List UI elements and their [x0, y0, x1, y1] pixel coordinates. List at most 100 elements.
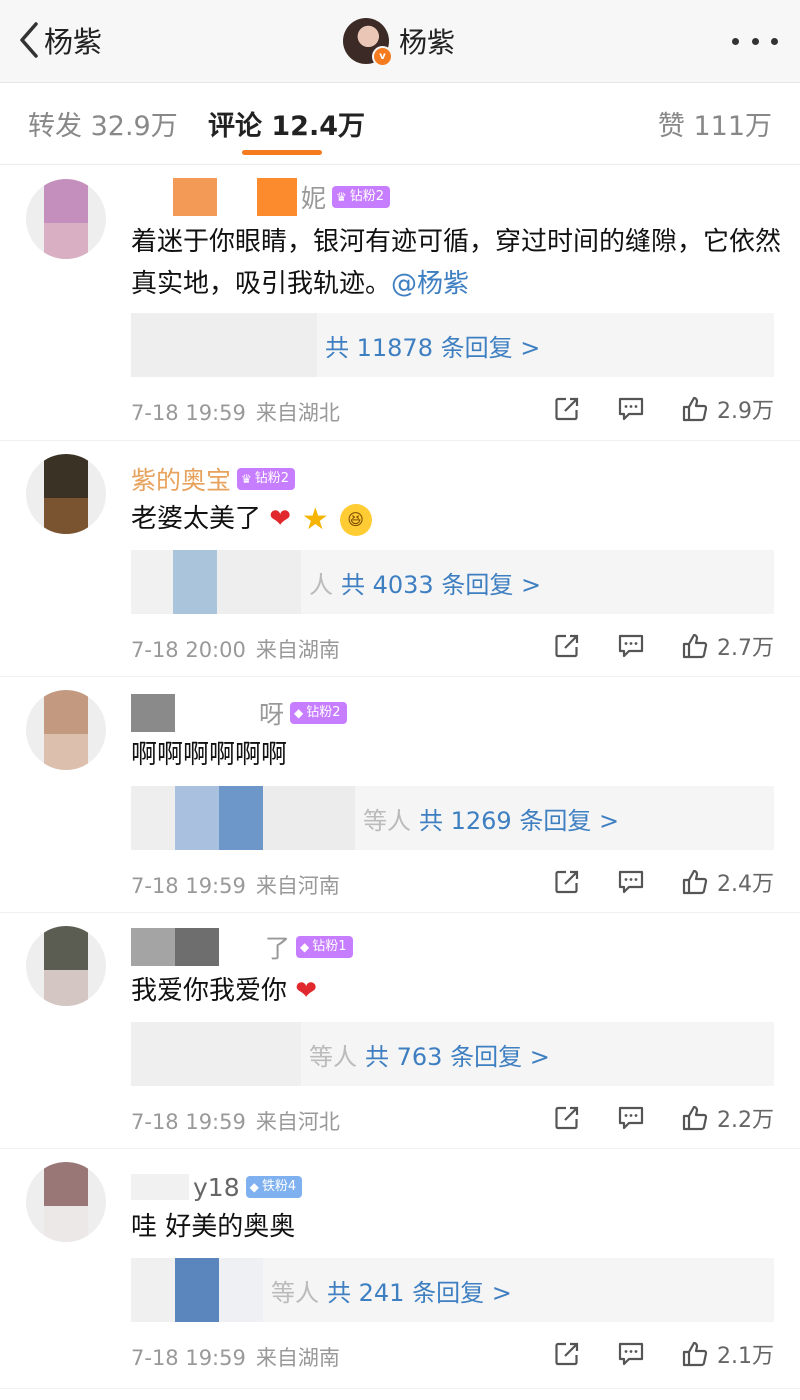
like-count: 2.4万	[717, 872, 774, 897]
reply-summary[interactable]: 等人 共 241 条回复 >	[131, 1258, 774, 1322]
comment-actions: 2.2万	[553, 1098, 774, 1138]
thumbs-up-icon	[682, 869, 708, 895]
page-title: 杨紫	[399, 26, 456, 59]
reply-count-link[interactable]: 共 11878 条回复 >	[325, 328, 540, 363]
tab-comment[interactable]: 评论 12.4万	[208, 104, 365, 143]
like-button[interactable]: 2.7万	[681, 630, 774, 662]
like-button[interactable]: 2.1万	[681, 1338, 774, 1370]
comment-actions: 2.7万	[553, 626, 774, 666]
share-icon[interactable]	[553, 395, 581, 423]
reply-summary[interactable]: 共 11878 条回复 >	[131, 313, 774, 377]
star-emoji-icon: ★	[301, 501, 329, 537]
comment-icon[interactable]	[617, 395, 645, 423]
share-icon[interactable]	[553, 868, 581, 896]
like-count: 2.1万	[717, 1344, 774, 1369]
comment-text: 哇 好美的奥奥	[131, 1212, 296, 1242]
comment-text: 我爱你我爱你 ❤	[131, 976, 318, 1006]
crown-icon: ♛	[336, 190, 347, 204]
comment-text: 老婆太美了 ❤ ★ 😆	[131, 498, 781, 540]
comment-user-line: 紫的奥宝 ♛ 钻粉2	[131, 461, 296, 497]
reply-prefix: 等人	[271, 1278, 319, 1307]
more-options-button[interactable]	[732, 27, 778, 55]
avatar[interactable]	[26, 179, 106, 259]
share-icon[interactable]	[553, 1340, 581, 1368]
fan-badge[interactable]: ♛ 钻粉2	[332, 186, 391, 208]
reply-prefix: 人	[309, 570, 333, 599]
thumbs-up-icon	[682, 633, 708, 659]
thumbs-up-icon	[682, 1341, 708, 1367]
reply-count-link[interactable]: 共 1269 条回复 >	[419, 801, 619, 836]
mention-link[interactable]: @杨紫	[391, 269, 469, 299]
comment-icon[interactable]	[617, 632, 645, 660]
tab-like[interactable]: 赞 111万	[658, 104, 772, 143]
heart-emoji-icon: ❤	[295, 976, 318, 1006]
heart-emoji-icon: ❤	[269, 504, 292, 534]
username[interactable]: 妮	[301, 179, 326, 215]
like-count: 2.7万	[717, 636, 774, 661]
reply-summary[interactable]: 等人 共 1269 条回复 >	[131, 786, 774, 850]
share-icon[interactable]	[553, 1104, 581, 1132]
comment-meta: 7-18 19:59 来自湖北	[131, 397, 340, 427]
username[interactable]: y18	[193, 1173, 240, 1202]
comment-icon[interactable]	[617, 1340, 645, 1368]
comment-item: 了 ◆ 钻粉1 我爱你我爱你 ❤ 等人 共 763 条回复 > 7-18 19:…	[0, 912, 800, 1149]
thumbs-up-icon	[682, 396, 708, 422]
location: 来自湖南	[255, 1346, 340, 1370]
comment-text: 着迷于你眼睛，银河有迹可循，穿过时间的缝隙，它依然真实地，吸引我轨迹。@杨紫	[131, 227, 782, 299]
reply-summary[interactable]: 人 共 4033 条回复 >	[131, 550, 774, 614]
comment-meta: 7-18 19:59 来自湖南	[131, 1342, 340, 1372]
comment-text: 啊啊啊啊啊啊	[131, 740, 288, 770]
tab-repost[interactable]: 转发 32.9万	[28, 104, 178, 143]
reply-prefix: 等人	[363, 806, 411, 835]
avatar[interactable]	[26, 1162, 106, 1242]
active-tab-indicator	[242, 150, 322, 155]
more-dots-icon	[751, 37, 759, 45]
fan-badge[interactable]: ◆ 钻粉2	[290, 702, 347, 724]
like-button[interactable]: 2.2万	[681, 1102, 774, 1134]
comment-icon[interactable]	[617, 868, 645, 896]
reply-summary[interactable]: 等人 共 763 条回复 >	[131, 1022, 774, 1086]
username[interactable]: 呀	[259, 695, 284, 731]
comment-user-line: y18 ◆ 铁粉4	[131, 1170, 303, 1204]
comment-item: 妮 ♛ 钻粉2 着迷于你眼睛，银河有迹可循，穿过时间的缝隙，它依然真实地，吸引我…	[0, 165, 800, 441]
timestamp: 7-18 19:59	[131, 1110, 246, 1134]
avatar[interactable]	[26, 926, 106, 1006]
fan-badge[interactable]: ◆ 铁粉4	[245, 1176, 303, 1198]
like-button[interactable]: 2.9万	[681, 393, 774, 425]
comment-actions: 2.4万	[553, 862, 774, 902]
more-dots-icon	[771, 37, 778, 45]
diamond-icon: ◆	[294, 706, 304, 720]
laughing-emoji-icon: 😆	[339, 503, 372, 536]
comment-item: y18 ◆ 铁粉4 哇 好美的奥奥 等人 共 241 条回复 > 7-18 19…	[0, 1148, 800, 1389]
verified-badge-icon: v	[372, 46, 393, 67]
comment-user-line: 了 ◆ 钻粉1	[131, 928, 353, 966]
comment-meta: 7-18 20:00 来自湖南	[131, 634, 340, 664]
comment-item: 呀 ◆ 钻粉2 啊啊啊啊啊啊 等人 共 1269 条回复 > 7-18 19:5…	[0, 676, 800, 913]
like-button[interactable]: 2.4万	[681, 866, 774, 898]
username[interactable]: 紫的奥宝	[131, 461, 231, 497]
reply-prefix: 等人	[309, 1042, 357, 1071]
share-icon[interactable]	[553, 632, 581, 660]
back-button[interactable]: 杨紫	[18, 18, 102, 62]
comment-meta: 7-18 19:59 来自河南	[131, 870, 340, 900]
location: 来自河南	[255, 874, 340, 898]
fan-badge[interactable]: ♛ 钻粉2	[237, 468, 296, 490]
reply-count-link[interactable]: 共 241 条回复 >	[327, 1273, 512, 1308]
like-count: 2.2万	[717, 1108, 774, 1133]
avatar[interactable]	[26, 454, 106, 534]
avatar[interactable]	[26, 690, 106, 770]
more-dots-icon	[732, 37, 739, 45]
like-count: 2.9万	[717, 399, 774, 424]
reply-count-link[interactable]: 共 4033 条回复 >	[341, 565, 541, 600]
username[interactable]: 了	[265, 929, 290, 965]
avatar[interactable]: v	[343, 18, 393, 67]
diamond-icon: ◆	[249, 1180, 259, 1194]
comment-icon[interactable]	[617, 1104, 645, 1132]
comment-user-line: 妮 ♛ 钻粉2	[131, 178, 391, 216]
fan-badge[interactable]: ◆ 钻粉1	[296, 936, 353, 958]
thumbs-up-icon	[682, 1105, 708, 1131]
reply-count-link[interactable]: 共 763 条回复 >	[365, 1037, 550, 1072]
location: 来自湖南	[255, 638, 340, 662]
comment-actions: 2.9万	[553, 389, 774, 429]
profile-header[interactable]: v 杨紫	[343, 17, 456, 67]
